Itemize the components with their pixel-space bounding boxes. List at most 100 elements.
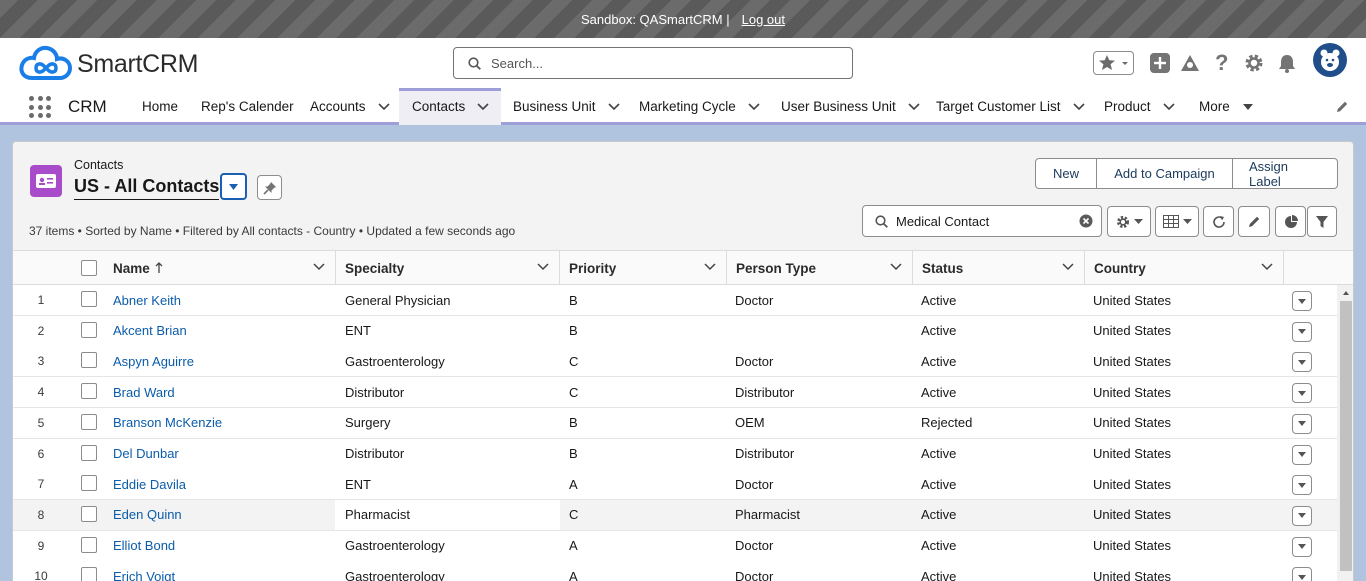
column-header-status[interactable]: Status: [912, 251, 1085, 285]
row-actions-button[interactable]: [1292, 321, 1312, 342]
charts-button[interactable]: [1275, 206, 1306, 237]
column-header-country[interactable]: Country: [1084, 251, 1284, 285]
filter-button[interactable]: [1307, 206, 1337, 237]
row-actions-button[interactable]: [1292, 505, 1312, 526]
chevron-down-icon[interactable]: [908, 102, 920, 111]
row-checkbox[interactable]: [81, 291, 97, 307]
row-checkbox[interactable]: [81, 321, 97, 338]
table-row[interactable]: 2 Akcent Brian ENT B Active United States: [13, 315, 1337, 347]
pin-list-button[interactable]: [257, 175, 282, 200]
chevron-down-icon[interactable]: [377, 102, 390, 111]
nav-item-target-customer-list[interactable]: Target Customer List: [936, 88, 1085, 125]
nav-item-product[interactable]: Product: [1104, 88, 1175, 125]
contact-name-link[interactable]: Eden Quinn: [113, 500, 182, 530]
scroll-up-icon[interactable]: [1337, 287, 1354, 299]
chevron-down-icon[interactable]: [748, 102, 760, 111]
table-row[interactable]: 3 Aspyn Aguirre Gastroenterology C Doctor Act…: [13, 346, 1337, 378]
app-logo[interactable]: SmartCRM: [18, 44, 199, 84]
chevron-down-icon[interactable]: [1162, 102, 1175, 111]
chevron-down-icon[interactable]: [1261, 263, 1273, 271]
setup-button[interactable]: [1243, 52, 1265, 74]
row-checkbox[interactable]: [81, 475, 97, 492]
contact-name-link[interactable]: Brad Ward: [113, 377, 175, 407]
logout-link[interactable]: Log out: [742, 12, 785, 27]
row-checkbox[interactable]: [81, 567, 97, 581]
row-actions-button[interactable]: [1292, 383, 1312, 404]
contact-name-link[interactable]: Aspyn Aguirre: [113, 346, 194, 376]
table-row[interactable]: 7 Eddie Davila ENT A Doctor Active United Stat…: [13, 469, 1337, 501]
chevron-down-icon[interactable]: [890, 263, 902, 271]
table-row[interactable]: 5 Branson McKenzie Surgery B OEM Rejected Unit…: [13, 407, 1337, 439]
chevron-down-icon[interactable]: [1072, 102, 1085, 111]
nav-item-home[interactable]: Home: [142, 88, 178, 125]
contact-name-link[interactable]: Del Dunbar: [113, 439, 179, 469]
row-actions-button[interactable]: [1292, 413, 1312, 434]
row-actions-button[interactable]: [1292, 475, 1312, 496]
row-checkbox[interactable]: [81, 444, 97, 461]
row-checkbox[interactable]: [81, 536, 97, 553]
row-actions-button[interactable]: [1292, 291, 1312, 311]
table-row[interactable]: 10 Erich Voigt Gastroenterology A Doctor Acti…: [13, 561, 1337, 581]
add-to-campaign-button[interactable]: Add to Campaign: [1096, 158, 1233, 189]
global-search-input[interactable]: Search...: [453, 47, 853, 79]
contact-name-link[interactable]: Abner Keith: [113, 285, 181, 315]
chevron-down-icon[interactable]: [704, 263, 716, 271]
scrollbar-thumb[interactable]: [1340, 301, 1352, 571]
nav-item-contacts[interactable]: Contacts: [399, 88, 501, 125]
chevron-down-icon[interactable]: [537, 263, 549, 271]
table-row[interactable]: 4 Brad Ward Distributor C Distributor Active U…: [13, 377, 1337, 409]
row-checkbox[interactable]: [81, 505, 97, 522]
table-row[interactable]: 8 Eden Quinn Pharmacist C Pharmacist Active Un…: [13, 499, 1337, 531]
select-all-checkbox[interactable]: [81, 260, 97, 276]
nav-item-business-unit[interactable]: Business Unit: [513, 88, 620, 125]
chevron-down-icon[interactable]: [607, 102, 620, 111]
row-checkbox[interactable]: [81, 413, 97, 430]
app-launcher-icon[interactable]: [29, 96, 51, 118]
chevron-down-icon[interactable]: [477, 102, 489, 111]
contact-name-link[interactable]: Erich Voigt: [113, 561, 175, 581]
table-scrollbar[interactable]: [1337, 285, 1354, 581]
column-header-priority[interactable]: Priority: [559, 251, 727, 285]
row-actions-button[interactable]: [1292, 352, 1312, 373]
add-button[interactable]: [1149, 52, 1171, 74]
help-button[interactable]: ?: [1211, 52, 1233, 74]
list-view-title[interactable]: US - All Contacts: [74, 176, 220, 200]
row-actions-button[interactable]: [1292, 444, 1312, 465]
edit-nav-button[interactable]: [1335, 100, 1349, 117]
favorites-button[interactable]: [1093, 51, 1134, 75]
notifications-button[interactable]: [1276, 52, 1298, 74]
chevron-down-icon[interactable]: [1062, 263, 1074, 271]
row-checkbox[interactable]: [81, 383, 97, 400]
new-button[interactable]: New: [1035, 158, 1097, 189]
table-row[interactable]: 1 Abner Keith General Physician B Doctor Acti…: [13, 285, 1337, 316]
contact-name-link[interactable]: Branson McKenzie: [113, 408, 222, 438]
refresh-button[interactable]: [1203, 206, 1234, 237]
caret-down-icon[interactable]: [1242, 103, 1254, 111]
table-row[interactable]: 6 Del Dunbar Distributor B Distributor Active…: [13, 438, 1337, 470]
display-as-button[interactable]: [1155, 206, 1199, 237]
row-actions-button[interactable]: [1292, 567, 1312, 581]
nav-item-accounts[interactable]: Accounts: [310, 88, 390, 125]
row-checkbox[interactable]: [81, 352, 97, 369]
list-search-input[interactable]: Medical Contact: [862, 205, 1102, 237]
trailhead-button[interactable]: [1179, 52, 1201, 74]
column-header-specialty[interactable]: Specialty: [335, 251, 560, 285]
column-header-name[interactable]: Name: [103, 251, 336, 285]
nav-item-user-business-unit[interactable]: User Business Unit: [781, 88, 920, 125]
nav-item-reps-calender[interactable]: Rep's Calender: [201, 88, 294, 125]
nav-item-more[interactable]: More: [1199, 88, 1254, 125]
table-row[interactable]: 9 Elliot Bond Gastroenterology A Doctor Activ…: [13, 530, 1337, 562]
list-settings-button[interactable]: [1107, 206, 1151, 237]
contact-name-link[interactable]: Elliot Bond: [113, 531, 175, 561]
assign-label-button[interactable]: Assign Label: [1232, 158, 1338, 189]
contact-name-link[interactable]: Eddie Davila: [113, 469, 186, 499]
chevron-down-icon[interactable]: [313, 263, 325, 271]
clear-search-icon[interactable]: [1079, 214, 1093, 228]
user-avatar[interactable]: [1313, 43, 1347, 77]
contact-name-link[interactable]: Akcent Brian: [113, 316, 187, 346]
list-view-picker-button[interactable]: [220, 173, 247, 200]
nav-item-marketing-cycle[interactable]: Marketing Cycle: [639, 88, 760, 125]
column-header-person-type[interactable]: Person Type: [726, 251, 913, 285]
row-actions-button[interactable]: [1292, 536, 1312, 557]
inline-edit-button[interactable]: [1238, 206, 1270, 237]
